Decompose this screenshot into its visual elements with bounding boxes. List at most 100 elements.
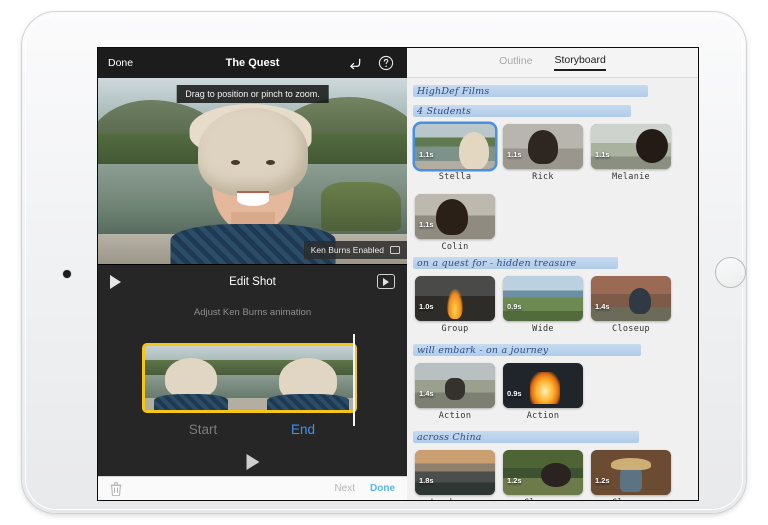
storyboard-section: on a quest for - hidden treasure 1.0s Grou… (407, 256, 698, 338)
clip-scene-art (503, 276, 583, 321)
list-item[interactable]: 1.2s Closeup (503, 450, 583, 500)
list-item[interactable]: 1.1s Colin (415, 194, 495, 252)
timeline-play-icon[interactable] (246, 454, 259, 470)
edit-shot-header: Edit Shot (98, 264, 407, 298)
ken-burns-timeline: Start End (98, 326, 407, 486)
ken-burns-badge[interactable]: Ken Burns Enabled (303, 241, 407, 259)
clip-row: 1.0s Group 0.9s Wide 1.4s Closeup (407, 276, 698, 338)
clip-label: Colin (441, 242, 469, 252)
edit-shot-subtitle: Adjust Ken Burns animation (98, 298, 407, 326)
end-keyframe-label[interactable]: End (258, 422, 348, 437)
clip-duration-badge: 0.9s (507, 302, 522, 311)
storyboard-heading-students[interactable]: 4 Students (413, 104, 692, 119)
clip-thumbnail[interactable]: 1.4s (415, 363, 495, 408)
tab-outline[interactable]: Outline (499, 55, 532, 70)
list-item[interactable]: 1.1s Melanie (591, 124, 671, 182)
list-item[interactable]: 1.1s Rick (503, 124, 583, 182)
ipad-device-frame: Done The Quest Drag to position or pinch… (22, 12, 746, 513)
start-keyframe-label[interactable]: Start (158, 422, 248, 437)
storyboard-sections: on a quest for - hidden treasure 1.0s Grou… (407, 256, 698, 500)
screen-icon (390, 246, 400, 254)
clip-scene-art (503, 124, 583, 169)
clip-thumbnail[interactable]: 1.1s (503, 124, 583, 169)
heading-text: will embark - on a journey (417, 345, 549, 356)
clip-thumbnail[interactable]: 1.0s (415, 276, 495, 321)
clip-label: Wide (532, 324, 554, 334)
clip-label: Group (441, 324, 469, 334)
clip-duration-badge: 1.1s (507, 150, 522, 159)
heading-text: across China (417, 432, 482, 443)
clip-duration-badge: 1.8s (419, 476, 434, 485)
storyboard-section-heading[interactable]: across China (413, 430, 692, 445)
trash-icon[interactable] (110, 482, 122, 497)
clip-thumbnail[interactable]: 1.1s (415, 124, 495, 169)
clip-thumbnail[interactable]: 1.4s (591, 276, 671, 321)
clip-scene-art (415, 124, 495, 169)
editor-bottom-toolbar: Next Done (98, 476, 407, 500)
home-button[interactable] (715, 257, 746, 288)
drag-hint-tooltip: Drag to position or pinch to zoom. (176, 85, 329, 103)
clip-thumbnail[interactable]: 1.2s (591, 450, 671, 495)
clip-label: Closeup (503, 498, 583, 500)
clip-label: Action (438, 411, 472, 421)
clip-duration-badge: 1.1s (595, 150, 610, 159)
clip-duration-badge: 1.0s (419, 302, 434, 311)
storyboard-section-heading[interactable]: will embark - on a journey (413, 343, 692, 358)
clip-label: Action (526, 411, 560, 421)
ken-burns-label: Ken Burns Enabled (310, 245, 384, 255)
tab-storyboard[interactable]: Storyboard (554, 54, 606, 71)
clip-duration-badge: 1.1s (419, 150, 434, 159)
clip-label: Stella (438, 172, 472, 182)
storyboard-scroll-area[interactable]: HighDef Films 4 Students 1.1s Stella 1.1s R… (407, 79, 698, 500)
storyboard-section-heading[interactable]: on a quest for - hidden treasure (413, 256, 692, 271)
clip-row-students: 1.1s Stella 1.1s Rick 1.1s Melanie 1.1s Colin (407, 124, 698, 256)
heading-text: 4 Students (417, 106, 472, 117)
edit-shot-title: Edit Shot (229, 275, 276, 288)
play-in-frame-icon[interactable] (377, 274, 395, 289)
list-item[interactable]: 0.9s Action (503, 363, 583, 421)
clip-thumbnail[interactable]: 1.1s (415, 194, 495, 239)
storyboard-tabbar: Outline Storyboard (407, 48, 698, 78)
clip-label: Melanie (612, 172, 650, 182)
list-item[interactable]: 0.9s Wide (503, 276, 583, 334)
storyboard-heading-title[interactable]: HighDef Films (413, 84, 692, 99)
list-item[interactable]: 1.2s Closeup (591, 450, 671, 500)
undo-icon[interactable] (348, 56, 363, 71)
clip-thumbnail[interactable]: 1.1s (591, 124, 671, 169)
ipad-screen: Done The Quest Drag to position or pinch… (98, 48, 698, 500)
list-item[interactable]: 1.4s Closeup (591, 276, 671, 334)
play-icon[interactable] (110, 275, 121, 289)
clip-scene-art (415, 276, 495, 321)
clip-scene-art (415, 194, 495, 239)
keyframe-selection-box[interactable] (142, 343, 357, 413)
clip-thumbnail[interactable]: 0.9s (503, 363, 583, 408)
list-item[interactable]: 1.8s Landscape (415, 450, 495, 500)
heading-text: on a quest for - hidden treasure (417, 258, 577, 269)
clip-label: Rick (532, 172, 554, 182)
clip-thumbnail[interactable]: 0.9s (503, 276, 583, 321)
clip-scene-art (591, 276, 671, 321)
clip-label: Landscape (415, 498, 495, 500)
clip-duration-badge: 1.2s (595, 476, 610, 485)
clip-thumbnail[interactable]: 1.8s (415, 450, 495, 495)
storyboard-pane: Outline Storyboard HighDef Films 4 Stude… (407, 48, 698, 500)
list-item[interactable]: 1.1s Stella (415, 124, 495, 182)
clip-duration-badge: 1.1s (419, 220, 434, 229)
heading-text: HighDef Films (417, 86, 490, 97)
keyframe-thumb-end[interactable] (249, 346, 354, 410)
help-circle-icon[interactable] (378, 55, 394, 71)
clip-label: Closeup (612, 324, 650, 334)
clip-scene-art (503, 450, 583, 495)
clip-duration-badge: 1.2s (507, 476, 522, 485)
keyframe-thumb-start[interactable] (145, 346, 250, 410)
clip-row: 1.4s Action 0.9s Action (407, 363, 698, 425)
done-button-bottom[interactable]: Done (370, 483, 395, 494)
storyboard-section: will embark - on a journey 1.4s Action 0.9s… (407, 343, 698, 425)
list-item[interactable]: 1.0s Group (415, 276, 495, 334)
subject-eye-left (230, 159, 240, 165)
shot-preview[interactable]: Drag to position or pinch to zoom. Ken B… (98, 78, 407, 264)
list-item[interactable]: 1.4s Action (415, 363, 495, 421)
timeline-playhead[interactable] (353, 334, 355, 426)
next-button[interactable]: Next (334, 483, 355, 494)
clip-thumbnail[interactable]: 1.2s (503, 450, 583, 495)
